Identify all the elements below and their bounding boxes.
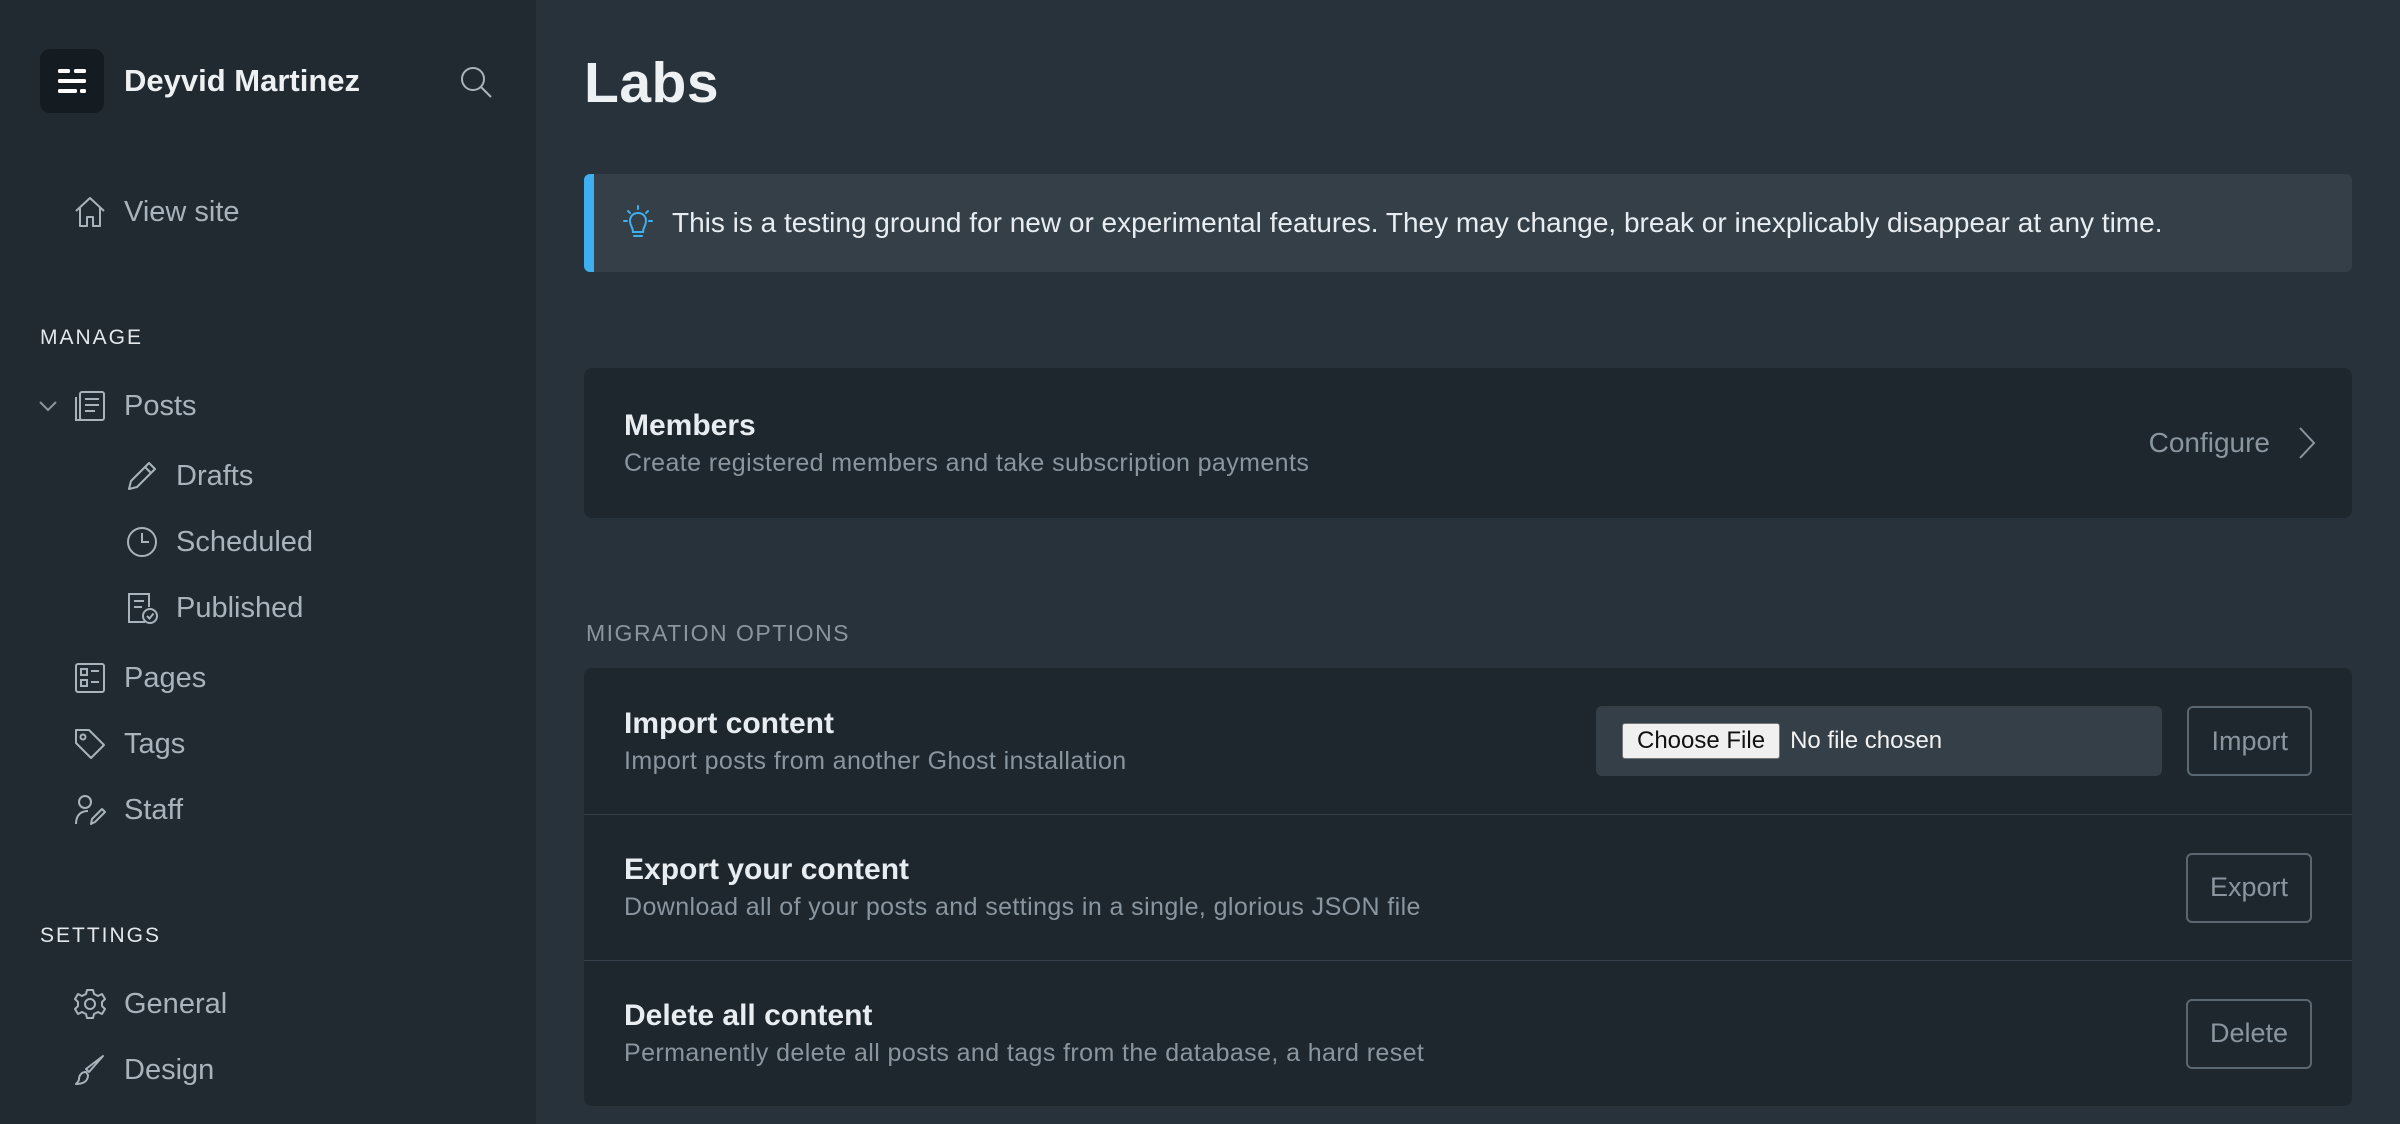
delete-row: Delete all content Permanently delete al… bbox=[584, 960, 2352, 1106]
chevron-down-icon[interactable] bbox=[36, 394, 60, 418]
members-card: Members Create registered members and ta… bbox=[584, 368, 2352, 518]
published-icon bbox=[124, 590, 160, 626]
nav-view-site[interactable]: View site bbox=[72, 194, 240, 230]
lightbulb-icon bbox=[618, 203, 658, 243]
file-input[interactable]: Choose File No file chosen bbox=[1596, 706, 2162, 776]
nav-staff-label: Staff bbox=[124, 793, 184, 826]
manage-section-label: MANAGE bbox=[40, 326, 144, 349]
pencil-icon bbox=[124, 458, 160, 494]
tag-icon bbox=[72, 726, 108, 762]
brand[interactable]: Deyvid Martinez bbox=[40, 48, 360, 114]
nav-design[interactable]: Design bbox=[72, 1052, 214, 1088]
members-description: Create registered members and take subsc… bbox=[624, 448, 1310, 477]
file-status: No file chosen bbox=[1790, 727, 1943, 754]
notice-accent-bar bbox=[584, 174, 594, 272]
nav-posts[interactable]: Posts bbox=[72, 388, 197, 424]
nav-published[interactable]: Published bbox=[124, 590, 303, 626]
choose-file-button[interactable]: Choose File bbox=[1622, 723, 1781, 759]
migration-options-heading: MIGRATION OPTIONS bbox=[586, 620, 851, 646]
export-description: Download all of your posts and settings … bbox=[624, 893, 1421, 921]
sidebar: Deyvid Martinez View site MANAGE Posts D… bbox=[0, 0, 536, 1124]
nav-view-site-label: View site bbox=[124, 195, 240, 228]
nav-pages-label: Pages bbox=[124, 661, 207, 694]
notice-text: This is a testing ground for new or expe… bbox=[672, 207, 2163, 238]
import-title: Import content bbox=[624, 706, 834, 740]
configure-label: Configure bbox=[2148, 427, 2270, 458]
members-title: Members bbox=[624, 408, 756, 442]
nav-design-label: Design bbox=[124, 1053, 215, 1086]
nav-drafts[interactable]: Drafts bbox=[124, 458, 253, 494]
nav-tags-label: Tags bbox=[124, 727, 186, 760]
nav-staff[interactable]: Staff bbox=[72, 792, 183, 828]
main-content: Labs This is a testing ground for new or… bbox=[536, 0, 2400, 1124]
nav-general[interactable]: General bbox=[72, 986, 227, 1022]
migration-card: Import content Import posts from another… bbox=[584, 668, 2352, 1106]
pages-icon bbox=[72, 660, 108, 696]
chevron-right-icon bbox=[2299, 427, 2316, 459]
nav-posts-label: Posts bbox=[124, 389, 197, 422]
settings-section-label: SETTINGS bbox=[40, 924, 162, 947]
home-icon bbox=[72, 194, 108, 230]
clock-icon bbox=[124, 524, 160, 560]
labs-notice: This is a testing ground for new or expe… bbox=[584, 174, 2352, 272]
nav-pages[interactable]: Pages bbox=[72, 660, 206, 696]
delete-description: Permanently delete all posts and tags fr… bbox=[624, 1039, 1425, 1067]
site-name: Deyvid Martinez bbox=[124, 63, 361, 98]
brush-icon bbox=[72, 1052, 108, 1088]
nav-published-label: Published bbox=[176, 591, 304, 624]
page-title: Labs bbox=[584, 51, 720, 115]
staff-icon bbox=[72, 792, 108, 828]
members-row: Members Create registered members and ta… bbox=[584, 368, 2352, 518]
import-row: Import content Import posts from another… bbox=[584, 668, 2352, 814]
delete-button[interactable]: Delete bbox=[2185, 998, 2312, 1069]
nav-scheduled-label: Scheduled bbox=[176, 525, 314, 558]
nav-general-label: General bbox=[124, 987, 228, 1020]
nav-scheduled[interactable]: Scheduled bbox=[124, 524, 313, 560]
gear-icon bbox=[72, 986, 108, 1022]
export-title: Export your content bbox=[624, 853, 910, 886]
import-description: Import posts from another Ghost installa… bbox=[624, 746, 1127, 775]
delete-title: Delete all content bbox=[624, 999, 873, 1032]
site-logo-icon bbox=[40, 49, 104, 113]
posts-icon bbox=[72, 388, 108, 424]
nav-tags[interactable]: Tags bbox=[72, 726, 185, 762]
configure-members-link[interactable]: Configure bbox=[2149, 425, 2320, 461]
export-button[interactable]: Export bbox=[2185, 852, 2312, 923]
nav-drafts-label: Drafts bbox=[176, 459, 254, 492]
search-icon[interactable] bbox=[456, 62, 496, 102]
import-button[interactable]: Import bbox=[2187, 706, 2312, 776]
export-row: Export your content Download all of your… bbox=[584, 814, 2352, 960]
